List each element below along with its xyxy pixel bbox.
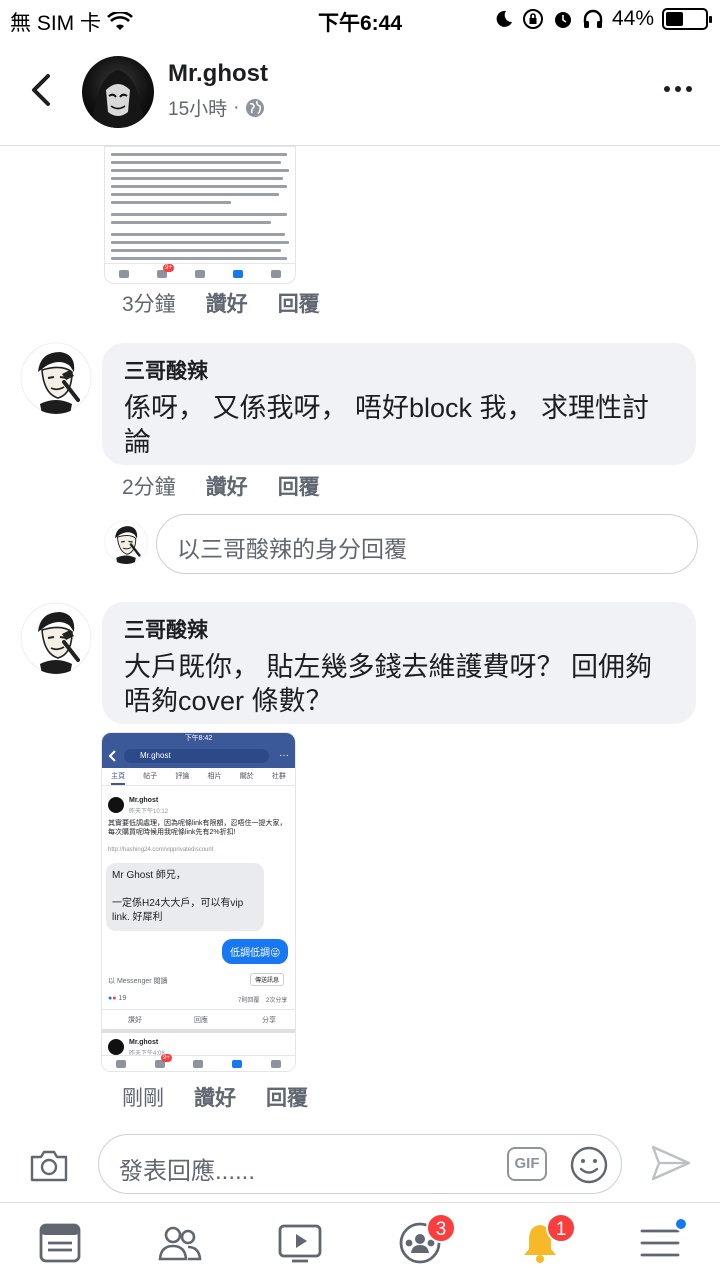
cartoon-man-icon: [104, 520, 148, 564]
post-time[interactable]: 15小時: [168, 94, 227, 121]
avatar: [108, 797, 124, 813]
cartoon-man-icon: [20, 602, 92, 674]
like-button[interactable]: 讚好: [206, 288, 248, 318]
comment-composer: 發表回應...... GIF: [0, 1130, 720, 1202]
reply-avatar: [104, 520, 148, 564]
moon-icon: [496, 10, 512, 27]
comment-bubble[interactable]: 三哥酸辣 係呀， 又係我呀， 唔好block 我， 求理性討論: [102, 343, 696, 465]
screenshot-message: Mr Ghost 師兄， 一定係H24大大戶，可以有vip link. 好犀利: [106, 863, 264, 931]
screenshot-reactions: ●● 19: [108, 995, 127, 1002]
screenshot-post-author: Mr.ghost: [129, 797, 159, 804]
comment-author[interactable]: 三哥酸辣: [124, 355, 674, 385]
more-options-icon[interactable]: [664, 86, 692, 92]
back-arrow-icon: [108, 750, 116, 762]
reply-button[interactable]: 回覆: [278, 288, 320, 318]
like-button[interactable]: 讚好: [206, 471, 248, 501]
screenshot-post-text: 其實要低調處理，因為呢條link有限額，忍唔住一提大家，每次購買呢時候用我呢條l…: [108, 820, 287, 836]
battery-percent: 44%: [611, 7, 654, 30]
camera-icon[interactable]: [28, 1148, 70, 1184]
back-arrow-icon[interactable]: [26, 70, 56, 110]
send-icon[interactable]: [650, 1144, 692, 1182]
nav-news-feed[interactable]: [38, 1221, 82, 1265]
screenshot-status-time: 下午8:42: [102, 733, 295, 744]
comment-input[interactable]: 發表回應...... GIF: [98, 1134, 622, 1194]
screenshot-post-time: 昨天下午10:12: [129, 809, 169, 815]
author-avatar[interactable]: [82, 56, 154, 128]
menu-dot-badge: [674, 1217, 688, 1231]
reply-button[interactable]: 回覆: [278, 471, 320, 501]
comment-screenshot-image[interactable]: 下午8:42 Mr.ghost ··· 主頁 帖子 評論 相片 關於 社群 Mr…: [101, 732, 296, 1072]
commenter-avatar[interactable]: [20, 602, 92, 674]
globe-icon: [246, 98, 265, 117]
screenshot-tabbar: 9+: [105, 263, 295, 283]
screenshot-share-count: 2次分享: [266, 998, 288, 1004]
gif-button[interactable]: GIF: [507, 1147, 547, 1181]
author-name[interactable]: Mr.ghost: [168, 60, 268, 88]
screenshot-tabbar: 9+: [102, 1053, 295, 1071]
more-options-icon: ···: [279, 750, 289, 761]
comment-meta-2: 2分鐘 讚好 回覆: [122, 471, 320, 501]
comment-meta-3: 剛剛 讚好 回覆: [122, 1082, 308, 1112]
comments-area: 9+ 3分鐘 讚好 回覆 三哥酸辣 係呀， 又係我呀， 唔好block 我， 求…: [0, 146, 720, 1130]
notifications-badge: 1: [546, 1213, 576, 1243]
cartoon-man-icon: [20, 342, 92, 414]
screenshot-messenger-label: 以 Messenger 閱讀: [108, 978, 168, 985]
sticker-icon[interactable]: [569, 1145, 609, 1185]
post-meta: 15小時 ·: [168, 94, 265, 121]
comment-time[interactable]: 2分鐘: [122, 471, 176, 501]
comment-author[interactable]: 三哥酸辣: [124, 614, 674, 644]
status-bar: 無 SIM 卡 下午6:44 44%: [0, 0, 720, 38]
headphones-icon: [583, 9, 603, 28]
comment-text: 大戶既你， 貼左幾多錢去維護費呀？ 回佣夠唔夠cover 條數？: [124, 652, 653, 716]
like-button[interactable]: 讚好: [194, 1082, 236, 1112]
avatar: [108, 1039, 124, 1055]
comment-meta-1: 3分鐘 讚好 回覆: [122, 288, 320, 318]
hooded-mask-icon: [92, 70, 144, 128]
alarm-icon: [554, 12, 571, 28]
screenshot-send-button: 傳送訊息: [250, 973, 285, 986]
video-icon: [278, 1224, 322, 1263]
nav-watch[interactable]: [278, 1221, 322, 1265]
screenshot-search: Mr.ghost: [124, 749, 269, 763]
meta-separator: ·: [233, 96, 240, 118]
post-header: Mr.ghost 15小時 ·: [0, 38, 720, 146]
screenshot-tabs: 主頁 帖子 評論 相片 關於 社群: [102, 768, 295, 786]
nav-groups[interactable]: 3: [398, 1213, 456, 1265]
friends-icon: [158, 1226, 202, 1261]
comment-input-placeholder: 發表回應......: [119, 1158, 256, 1185]
news-feed-icon: [39, 1223, 81, 1263]
battery-icon: [662, 8, 712, 30]
screenshot-next-author: Mr.ghost: [129, 1039, 159, 1046]
groups-badge: 3: [426, 1213, 456, 1243]
comment-screenshot-image[interactable]: 9+: [104, 146, 296, 284]
screenshot-comment-count: 7則回覆: [238, 998, 260, 1004]
screenshot-post-link: http://hashing24.com/vipprivatediscount: [108, 847, 214, 853]
screenshot-share: 分享: [262, 1017, 276, 1024]
nav-friends[interactable]: [158, 1221, 202, 1265]
rotation-lock-icon: [522, 9, 543, 29]
comment-time[interactable]: 剛剛: [122, 1082, 164, 1112]
comment-text: 係呀， 又係我呀， 唔好block 我， 求理性討論: [124, 393, 650, 457]
nav-menu[interactable]: [638, 1217, 688, 1265]
reply-button[interactable]: 回覆: [266, 1082, 308, 1112]
nav-notifications[interactable]: 1: [518, 1213, 576, 1265]
comment-bubble[interactable]: 三哥酸辣 大戶既你， 貼左幾多錢去維護費呀？ 回佣夠唔夠cover 條數？: [102, 602, 696, 724]
commenter-avatar[interactable]: [20, 342, 92, 414]
screenshot-like: 讚好: [128, 1017, 142, 1024]
bottom-navigation: 3 1: [0, 1202, 720, 1280]
screenshot-blue-message: 低調低調😜: [222, 939, 289, 964]
reply-input[interactable]: 以三哥酸辣的身分回覆: [156, 514, 698, 574]
comment-time[interactable]: 3分鐘: [122, 288, 176, 318]
screenshot-reply: 回應: [194, 1017, 208, 1024]
